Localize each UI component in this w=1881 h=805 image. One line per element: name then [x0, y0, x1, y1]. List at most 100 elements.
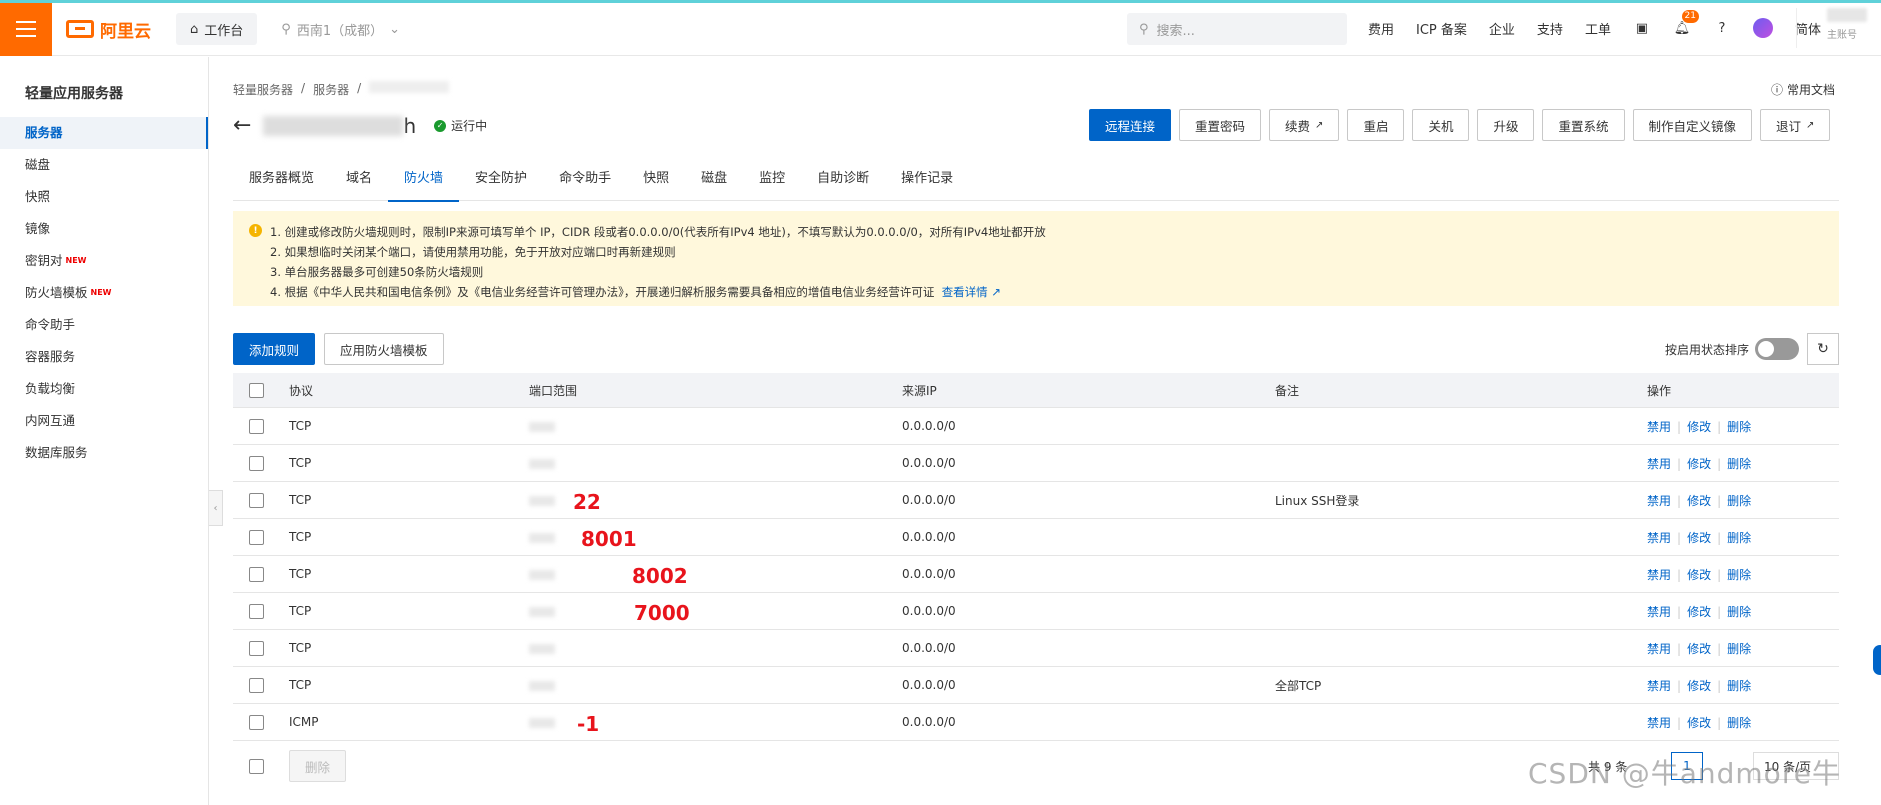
- row-checkbox[interactable]: [249, 603, 264, 619]
- workbench-button[interactable]: ⌂ 工作台: [176, 13, 258, 45]
- delete-link[interactable]: 删除: [1727, 531, 1751, 545]
- disable-link[interactable]: 禁用: [1647, 457, 1671, 471]
- disable-link[interactable]: 禁用: [1647, 679, 1671, 693]
- tab-firewall[interactable]: 防火墙: [388, 165, 460, 202]
- edit-link[interactable]: 修改: [1687, 679, 1711, 693]
- nav-icp[interactable]: ICP 备案: [1416, 19, 1467, 38]
- row-checkbox[interactable]: [249, 418, 264, 434]
- select-all-footer-checkbox[interactable]: [249, 758, 264, 774]
- delete-link[interactable]: 删除: [1727, 568, 1751, 582]
- sidebar-collapse-handle[interactable]: ‹: [209, 490, 223, 526]
- sidebar-item-command-assistant[interactable]: 命令助手: [0, 309, 208, 341]
- common-docs-link[interactable]: ⓘ 常用文档: [1771, 81, 1835, 98]
- delete-link[interactable]: 删除: [1727, 716, 1751, 730]
- tab-monitoring[interactable]: 监控: [743, 165, 801, 201]
- disable-link[interactable]: 禁用: [1647, 642, 1671, 656]
- cell-source-ip: 0.0.0.0/0: [902, 419, 956, 433]
- delete-link[interactable]: 删除: [1727, 679, 1751, 693]
- row-checkbox[interactable]: [249, 529, 264, 545]
- breadcrumb-server-redacted: [369, 81, 450, 93]
- edit-link[interactable]: 修改: [1687, 568, 1711, 582]
- edit-link[interactable]: 修改: [1687, 531, 1711, 545]
- edit-link[interactable]: 修改: [1687, 642, 1711, 656]
- notification-badge: 21: [1681, 10, 1699, 23]
- disable-link[interactable]: 禁用: [1647, 531, 1671, 545]
- select-all-checkbox[interactable]: [249, 382, 264, 398]
- disable-link[interactable]: 禁用: [1647, 568, 1671, 582]
- restart-button[interactable]: 重启: [1347, 109, 1405, 141]
- tab-self-diagnosis[interactable]: 自助诊断: [801, 165, 885, 201]
- row-checkbox[interactable]: [249, 640, 264, 656]
- nav-ticket[interactable]: 工单: [1585, 19, 1611, 38]
- refresh-icon[interactable]: ↻: [1807, 333, 1839, 365]
- edit-link[interactable]: 修改: [1687, 605, 1711, 619]
- tab-command-assistant[interactable]: 命令助手: [543, 165, 627, 201]
- upgrade-button[interactable]: 升级: [1477, 109, 1535, 141]
- tab-overview[interactable]: 服务器概览: [233, 165, 330, 201]
- breadcrumb-lightweight-server[interactable]: 轻量服务器: [233, 81, 293, 98]
- region-selector[interactable]: ⚲ 西南1（成都） ⌄: [281, 20, 400, 39]
- delete-link[interactable]: 删除: [1727, 605, 1751, 619]
- tab-operation-log[interactable]: 操作记录: [885, 165, 969, 201]
- nav-enterprise[interactable]: 企业: [1489, 19, 1515, 38]
- back-arrow-icon[interactable]: ←: [233, 113, 251, 138]
- shutdown-button[interactable]: 关机: [1412, 109, 1470, 141]
- reset-password-button[interactable]: 重置密码: [1179, 109, 1262, 141]
- row-checkbox[interactable]: [249, 677, 264, 693]
- delete-link[interactable]: 删除: [1727, 420, 1751, 434]
- ai-assistant-icon[interactable]: [1752, 18, 1773, 38]
- disable-link[interactable]: 禁用: [1647, 716, 1671, 730]
- row-checkbox[interactable]: [249, 566, 264, 582]
- edit-link[interactable]: 修改: [1687, 716, 1711, 730]
- remote-connect-button[interactable]: 远程连接: [1089, 109, 1172, 141]
- unsubscribe-button[interactable]: 退订 ↗: [1760, 109, 1831, 141]
- breadcrumb-servers[interactable]: 服务器: [313, 81, 349, 98]
- row-checkbox[interactable]: [249, 455, 264, 471]
- edit-link[interactable]: 修改: [1687, 494, 1711, 508]
- batch-delete-button[interactable]: 删除: [289, 750, 347, 782]
- sidebar-item-load-balancer[interactable]: 负载均衡: [0, 373, 208, 405]
- separator: |: [1677, 715, 1682, 730]
- delete-link[interactable]: 删除: [1727, 457, 1751, 471]
- delete-link[interactable]: 删除: [1727, 642, 1751, 656]
- nav-billing[interactable]: 费用: [1368, 19, 1394, 38]
- menu-icon[interactable]: [0, 2, 52, 56]
- disable-link[interactable]: 禁用: [1647, 605, 1671, 619]
- sidebar-item-keypairs[interactable]: 密钥对 NEW: [0, 245, 208, 277]
- tab-snapshots[interactable]: 快照: [627, 165, 685, 201]
- renew-button[interactable]: 续费 ↗: [1269, 109, 1340, 141]
- sidebar-item-snapshots[interactable]: 快照: [0, 181, 208, 213]
- row-checkbox[interactable]: [249, 492, 264, 508]
- tab-domain[interactable]: 域名: [330, 165, 388, 201]
- delete-link[interactable]: 删除: [1727, 494, 1751, 508]
- sidebar-item-images[interactable]: 镜像: [0, 213, 208, 245]
- nav-support[interactable]: 支持: [1537, 19, 1563, 38]
- edit-link[interactable]: 修改: [1687, 420, 1711, 434]
- reset-system-button[interactable]: 重置系统: [1542, 109, 1625, 141]
- create-custom-image-button[interactable]: 制作自定义镜像: [1632, 109, 1753, 141]
- sidebar-item-disks[interactable]: 磁盘: [0, 149, 208, 181]
- help-icon[interactable]: ?: [1713, 19, 1731, 37]
- terminal-icon[interactable]: ▣: [1633, 19, 1651, 37]
- tab-security[interactable]: 安全防护: [459, 165, 543, 201]
- sidebar-item-firewall-templates[interactable]: 防火墙模板 NEW: [0, 277, 208, 309]
- sidebar-item-intranet[interactable]: 内网互通: [0, 405, 208, 437]
- top-nav-links: 费用 ICP 备案 企业 支持 工单 ▣ 🔔︎ 21 ? 简体: [1368, 0, 1821, 56]
- sort-by-status-toggle[interactable]: [1755, 338, 1799, 360]
- sidebar-item-container[interactable]: 容器服务: [0, 341, 208, 373]
- aliyun-logo[interactable]: 阿里云: [66, 17, 166, 42]
- disable-link[interactable]: 禁用: [1647, 494, 1671, 508]
- floating-help-tab[interactable]: [1873, 645, 1881, 675]
- disable-link[interactable]: 禁用: [1647, 420, 1671, 434]
- search-input[interactable]: ⚲ 搜索...: [1127, 13, 1347, 45]
- account-menu[interactable]: 主账号: [1796, 8, 1881, 48]
- add-rule-button[interactable]: 添加规则: [233, 333, 316, 365]
- row-checkbox[interactable]: [249, 714, 264, 730]
- sidebar-item-servers[interactable]: 服务器: [0, 117, 208, 149]
- bell-icon[interactable]: 🔔︎ 21: [1673, 10, 1699, 37]
- apply-template-button[interactable]: 应用防火墙模板: [324, 333, 444, 365]
- tab-disks[interactable]: 磁盘: [685, 165, 743, 201]
- edit-link[interactable]: 修改: [1687, 457, 1711, 471]
- view-details-link[interactable]: 查看详情 ↗: [942, 285, 1001, 299]
- sidebar-item-database[interactable]: 数据库服务: [0, 437, 208, 469]
